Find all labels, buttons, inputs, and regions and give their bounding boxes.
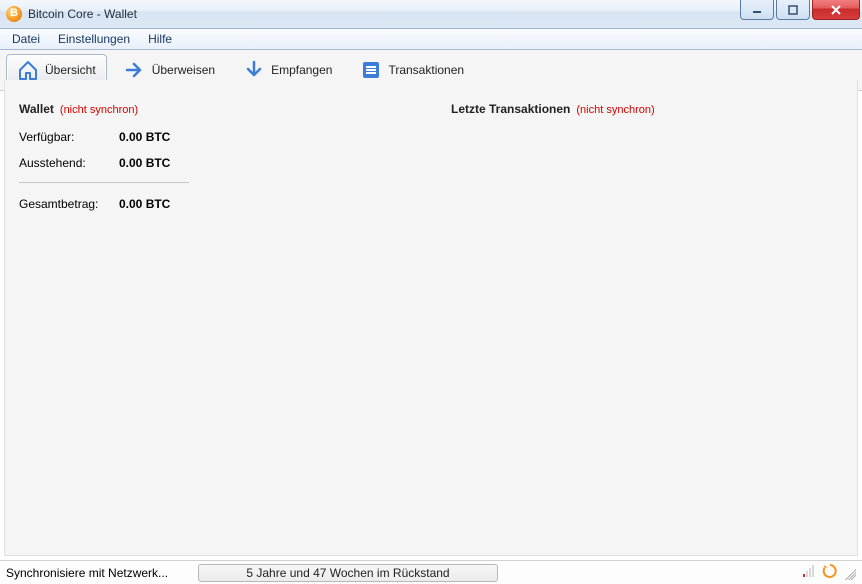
menu-file[interactable]: Datei [4,30,48,48]
sync-spinner-icon [822,563,838,582]
status-sync-label: Synchronisiere mit Netzwerk... [0,566,198,580]
recent-tx-column: Letzte Transaktionen (nicht synchron) [451,102,843,223]
tab-send-label: Überweisen [152,63,215,77]
main-content: Wallet (nicht synchron) Verfügbar: 0.00 … [4,80,858,556]
maximize-button[interactable] [776,0,810,20]
wallet-header-row: Wallet (nicht synchron) [19,102,411,116]
minimize-button[interactable] [740,0,774,20]
tab-transactions-label: Transaktionen [388,63,464,77]
send-icon [124,59,146,81]
balance-total-value: 0.00 BTC [119,197,170,211]
home-icon [17,59,39,81]
wallet-column: Wallet (nicht synchron) Verfügbar: 0.00 … [19,102,411,223]
close-icon [830,5,842,15]
menu-settings[interactable]: Einstellungen [50,30,138,48]
balance-total-row: Gesamtbetrag: 0.00 BTC [19,197,411,211]
wallet-sync-status: (nicht synchron) [60,104,138,116]
tab-overview-label: Übersicht [45,63,96,77]
window-title: Bitcoin Core - Wallet [28,7,137,21]
balance-divider [19,182,189,183]
balance-available-row: Verfügbar: 0.00 BTC [19,130,411,144]
menu-bar: Datei Einstellungen Hilfe [0,29,862,50]
sync-progress-text: 5 Jahre und 47 Wochen im Rückstand [246,566,449,580]
status-tray [802,563,862,582]
wallet-header: Wallet [19,102,54,116]
menu-help[interactable]: Hilfe [140,30,180,48]
close-button[interactable] [812,0,860,20]
window-titlebar: Bitcoin Core - Wallet [0,0,862,29]
list-icon [360,59,382,81]
tab-receive-label: Empfangen [271,63,332,77]
overview-panel: Wallet (nicht synchron) Verfügbar: 0.00 … [5,80,857,245]
balance-total-label: Gesamtbetrag: [19,197,109,211]
balance-pending-row: Ausstehend: 0.00 BTC [19,156,411,170]
sync-progress-bar: 5 Jahre und 47 Wochen im Rückstand [198,564,498,582]
recent-tx-header: Letzte Transaktionen [451,102,570,116]
minimize-icon [752,5,762,15]
window-controls [740,0,860,20]
status-bar: Synchronisiere mit Netzwerk... 5 Jahre u… [0,560,862,584]
recent-tx-sync-status: (nicht synchron) [576,104,654,116]
balance-available-label: Verfügbar: [19,130,109,144]
network-icon [802,564,818,581]
recent-tx-header-row: Letzte Transaktionen (nicht synchron) [451,102,843,116]
maximize-icon [788,5,798,15]
balance-pending-label: Ausstehend: [19,156,109,170]
resize-grip[interactable] [842,566,856,580]
bitcoin-icon [6,6,22,22]
receive-icon [243,59,265,81]
balance-pending-value: 0.00 BTC [119,156,170,170]
balance-available-value: 0.00 BTC [119,130,170,144]
